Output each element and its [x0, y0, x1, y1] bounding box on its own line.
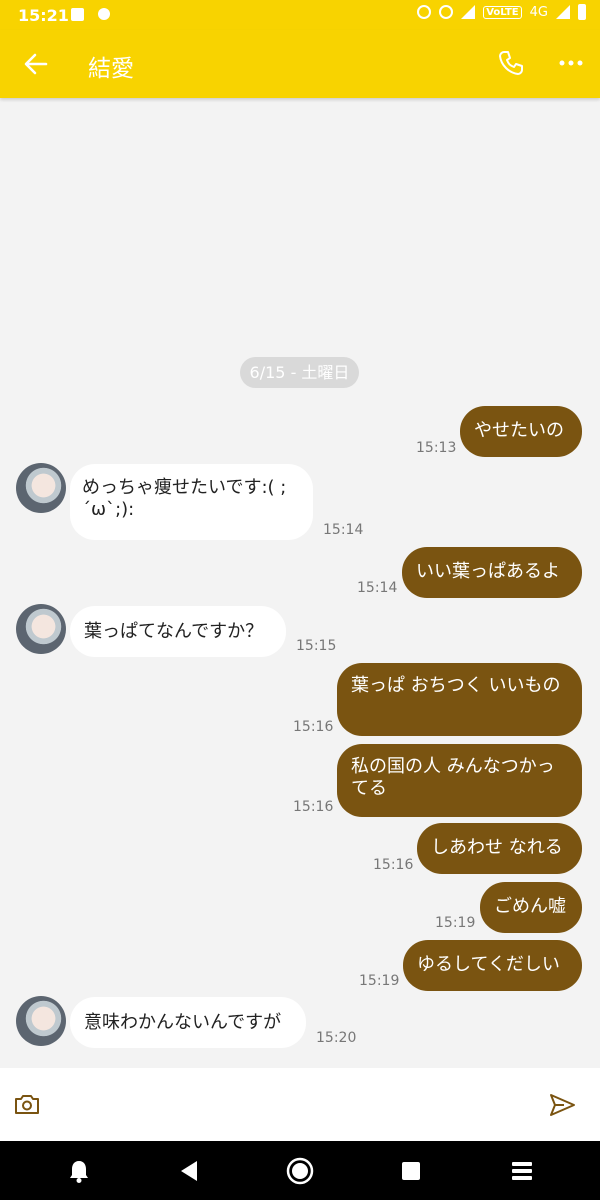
message-bubble-incoming[interactable]: 意味わかんないんですが [70, 997, 306, 1048]
wifi-signal-icon [461, 5, 476, 19]
battery-icon [578, 4, 586, 20]
message-bubble-outgoing[interactable]: ごめん嘘 [480, 882, 582, 933]
message-timestamp: 15:20 [316, 1030, 357, 1046]
status-bar: 15:21 VoLTE 4G [0, 0, 600, 30]
bell-icon[interactable] [65, 1157, 93, 1185]
message-timestamp: 15:16 [373, 857, 414, 873]
camera-icon[interactable] [14, 1093, 40, 1115]
phone-icon[interactable] [496, 48, 526, 78]
avatar[interactable] [16, 996, 66, 1046]
chat-title: 結愛 [88, 56, 134, 82]
recents-square-icon[interactable] [397, 1157, 425, 1185]
menu-icon[interactable] [508, 1157, 536, 1185]
message-timestamp: 15:14 [357, 580, 398, 596]
mute-icon [439, 5, 454, 19]
notification-dot-icon [98, 8, 110, 20]
alarm-icon [417, 5, 432, 19]
date-divider: 6/15 - 土曜日 [240, 357, 359, 388]
cell-signal-icon [556, 5, 570, 19]
message-timestamp: 15:14 [323, 522, 364, 538]
system-nav-bar [0, 1141, 600, 1200]
status-time: 15:21 [18, 6, 69, 25]
status-icons: VoLTE 4G [417, 4, 586, 20]
message-bubble-outgoing[interactable]: しあわせ なれる [417, 823, 582, 874]
avatar[interactable] [16, 463, 66, 513]
message-bubble-incoming[interactable]: 葉っぱてなんですか？ [70, 606, 286, 657]
more-dots-icon[interactable] [555, 48, 587, 78]
message-timestamp: 15:16 [293, 719, 334, 735]
volte-badge: VoLTE [483, 5, 522, 19]
notification-square-icon [71, 8, 84, 21]
network-type: 4G [529, 4, 548, 20]
home-circle-icon[interactable] [286, 1157, 314, 1185]
message-timestamp: 15:13 [416, 440, 457, 456]
message-bubble-outgoing[interactable]: 私の国の人 みんなつかってる [337, 744, 582, 817]
send-icon[interactable] [548, 1092, 576, 1118]
message-bubble-incoming[interactable]: めっちゃ痩せたいです:( ; ´ω`;): [70, 464, 313, 540]
chat-header: 結愛 [0, 30, 600, 98]
back-triangle-icon[interactable] [175, 1157, 203, 1185]
message-timestamp: 15:16 [293, 799, 334, 815]
message-timestamp: 15:15 [296, 638, 337, 654]
message-timestamp: 15:19 [435, 915, 476, 931]
message-bubble-outgoing[interactable]: やせたいの [460, 406, 582, 457]
message-timestamp: 15:19 [359, 973, 400, 989]
message-bubble-outgoing[interactable]: 葉っぱ おちつく いいもの [337, 663, 582, 736]
message-input-bar[interactable] [0, 1068, 600, 1141]
arrow-left-icon[interactable] [20, 48, 52, 80]
message-bubble-outgoing[interactable]: いい葉っぱあるよ [402, 547, 582, 598]
avatar[interactable] [16, 604, 66, 654]
message-bubble-outgoing[interactable]: ゆるしてくだしい [403, 940, 582, 991]
